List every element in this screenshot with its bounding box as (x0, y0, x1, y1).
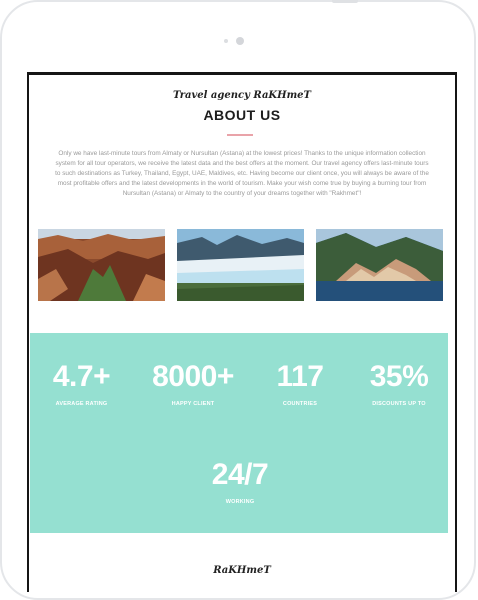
about-description: Only we have last-minute tours from Alma… (55, 150, 429, 197)
canyon-photo (38, 229, 165, 301)
page-title: ABOUT US (203, 107, 281, 123)
tablet-frame: Travel agency RaKHmeT ABOUT US Only we h… (0, 0, 476, 600)
stat-label: HAPPY CLIENT (171, 401, 215, 407)
stat-average-rating: 4.7+ AVERAGE RATING (30, 360, 133, 408)
stat-label: DISCOUNTS UP TO (372, 401, 426, 407)
footer-brand[interactable]: RaKHmeT (29, 565, 455, 576)
stat-label: WORKING (225, 499, 255, 505)
stat-label: COUNTRIES (282, 401, 318, 407)
stat-value: 8000+ (152, 360, 234, 393)
camera-icon (236, 37, 244, 45)
stat-happy-client: 8000+ HAPPY CLIENT (133, 360, 253, 408)
glacier-photo (177, 229, 304, 301)
stat-countries: 117 COUNTRIES (253, 360, 347, 408)
agency-brand: Travel agency RaKHmeT (173, 90, 311, 101)
coastal-town-photo (316, 229, 443, 301)
stat-discounts: 35% DISCOUNTS UP TO (347, 360, 451, 408)
title-divider (227, 134, 253, 136)
stat-value: 24/7 (211, 458, 269, 491)
power-button (332, 0, 358, 3)
stats-panel: 4.7+ AVERAGE RATING 8000+ HAPPY CLIENT 1… (30, 333, 448, 533)
stat-label: AVERAGE RATING (55, 401, 108, 407)
stat-value: 4.7+ (52, 360, 111, 393)
stat-value: 117 (276, 360, 324, 393)
screen: Travel agency RaKHmeT ABOUT US Only we h… (27, 72, 457, 592)
stat-value: 35% (369, 360, 429, 393)
sensor-dot (224, 39, 228, 43)
stat-working: 24/7 WORKING (185, 458, 295, 506)
